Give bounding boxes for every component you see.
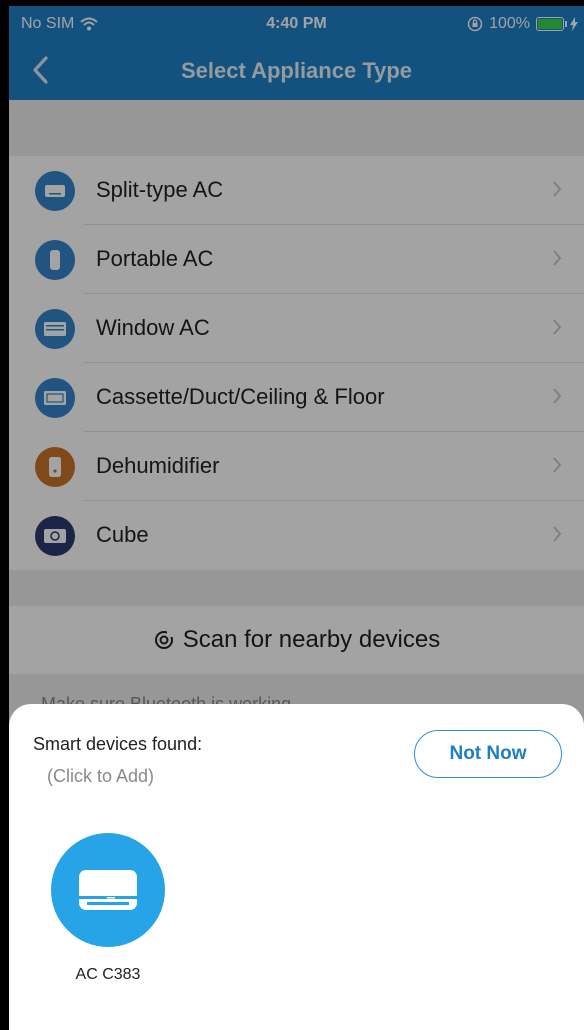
sheet-subtitle: (Click to Add) (47, 766, 155, 786)
not-now-button[interactable]: Not Now (414, 730, 562, 778)
device-name: AC C383 (75, 966, 141, 983)
devices-found-sheet: Smart devices found: (Click to Add) Not … (9, 704, 584, 1030)
ac-unit-icon (79, 870, 137, 910)
sheet-title: Smart devices found: (33, 734, 203, 754)
device-ac-c383[interactable] (51, 833, 165, 947)
app-screen: No SIM 4:40 PM 100% Select Appliance Typ… (9, 6, 584, 1030)
